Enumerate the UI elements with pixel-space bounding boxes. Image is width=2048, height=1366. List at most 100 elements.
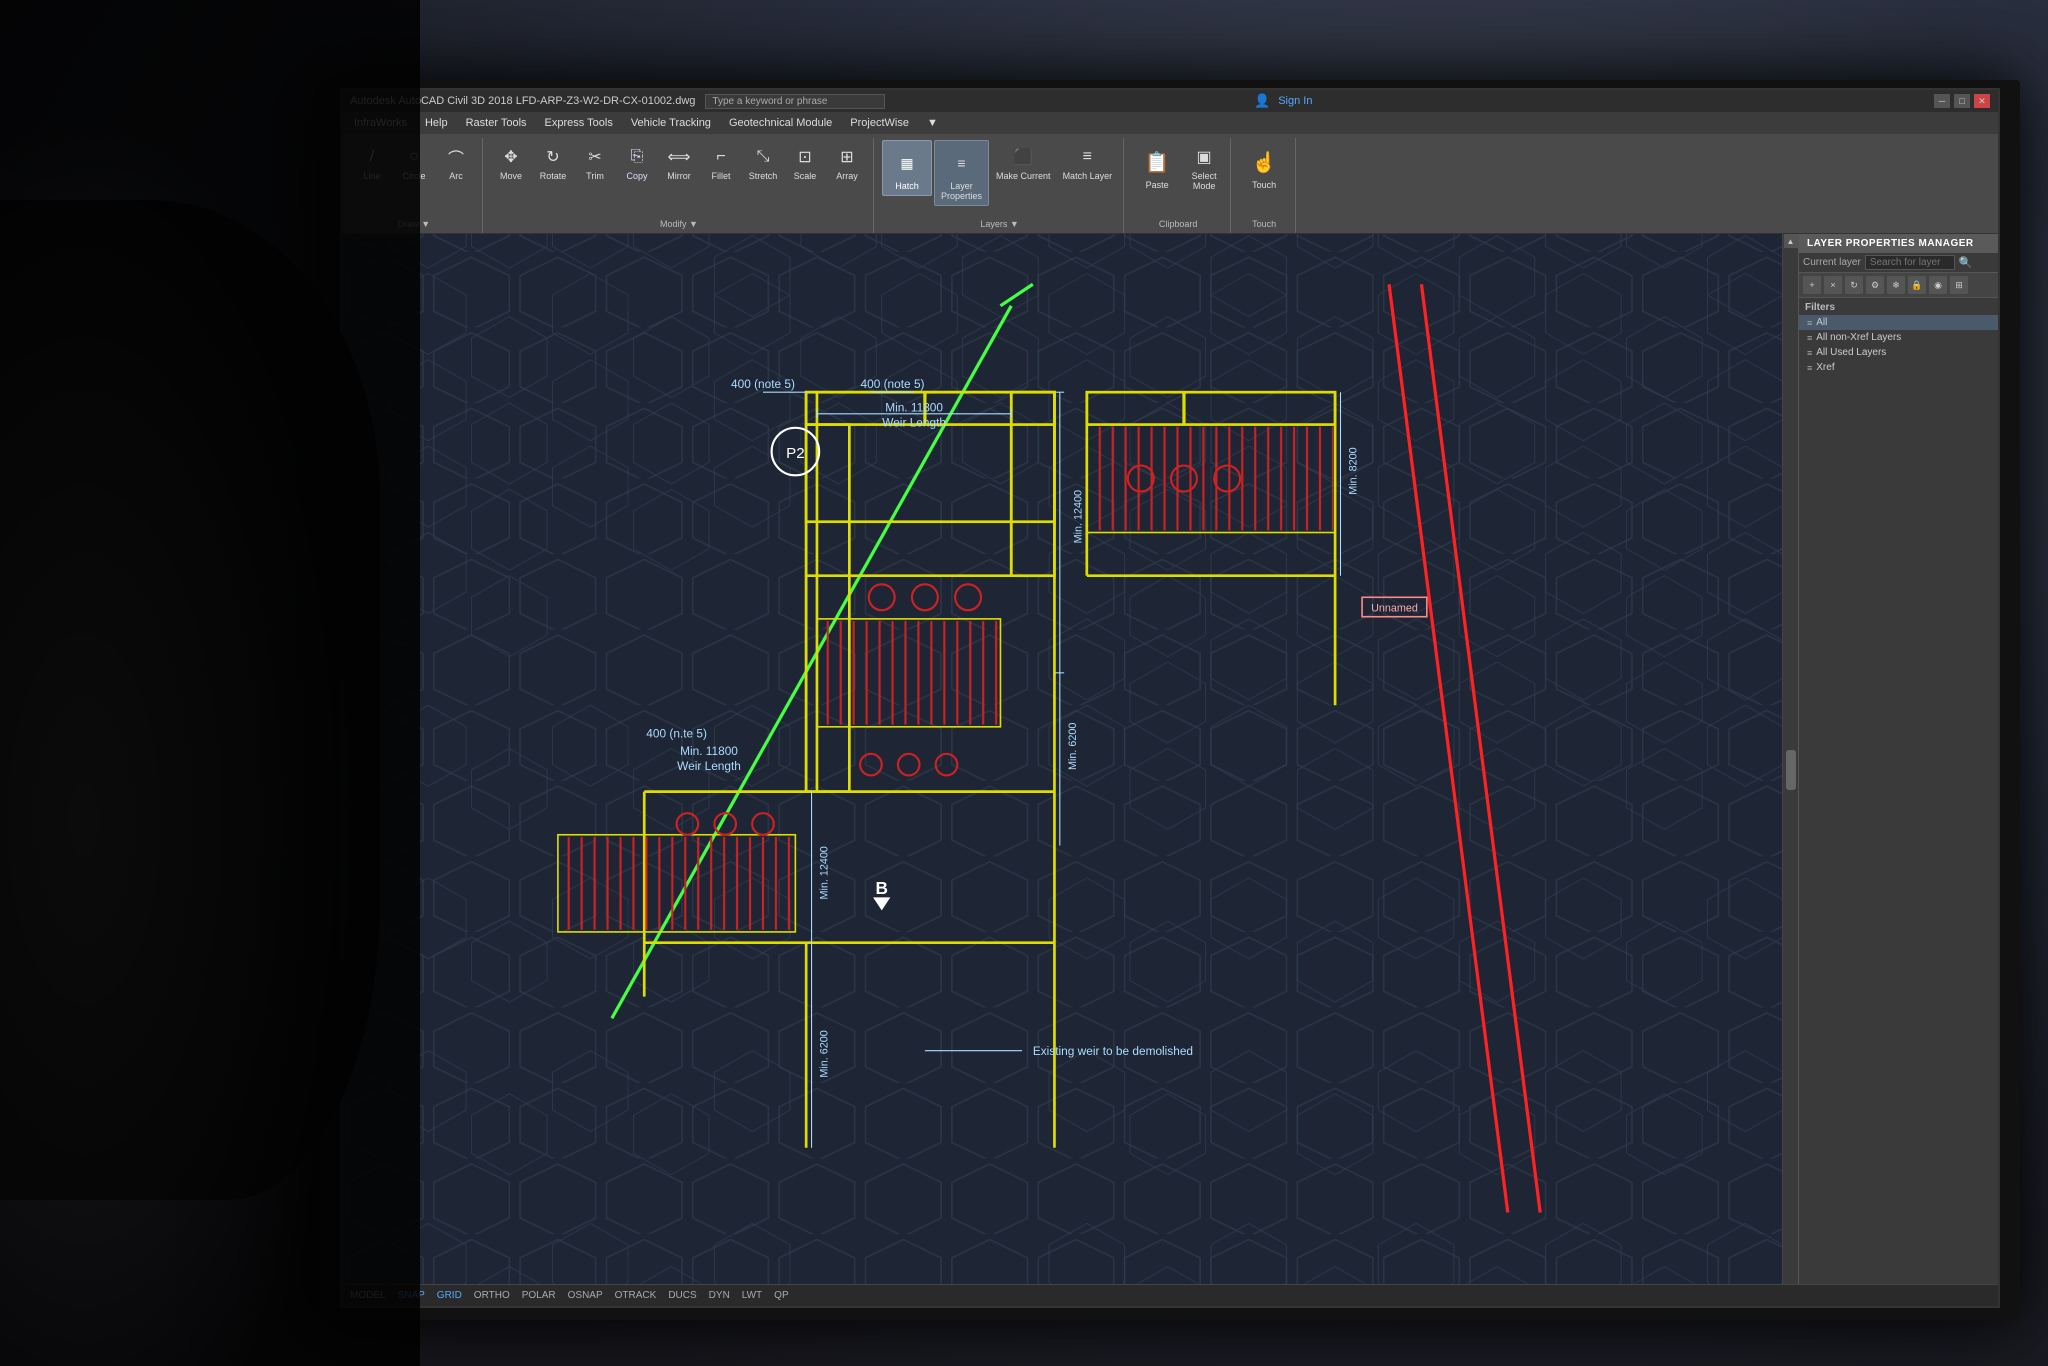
trim-button[interactable]: ✂ Trim bbox=[575, 140, 615, 184]
menu-raster[interactable]: Raster Tools bbox=[458, 115, 535, 131]
cad-canvas[interactable]: P2 400 (note 5) 400 (note 5) Min. 11800 … bbox=[342, 234, 1918, 1306]
filter-all[interactable]: ≡ All bbox=[1799, 315, 1998, 330]
draw-buttons: / Line ○ Circle ⌒ Arc bbox=[352, 140, 476, 184]
menu-projectwise[interactable]: ProjectWise bbox=[842, 115, 917, 131]
scroll-thumb[interactable] bbox=[1786, 750, 1796, 790]
dyn-toggle[interactable]: DYN bbox=[709, 1290, 730, 1301]
touch-buttons: ☝ Touch bbox=[1239, 140, 1289, 194]
lpm-new-layer-btn[interactable]: + bbox=[1803, 276, 1821, 294]
stretch-button[interactable]: ⤡ Stretch bbox=[743, 140, 783, 184]
search-box[interactable]: Type a keyword or phrase bbox=[705, 94, 885, 109]
search-layer-icon[interactable]: 🔍 bbox=[1959, 256, 1973, 269]
layers-buttons: ▦ Hatch ≡ LayerProperties ⬛ Make Current… bbox=[882, 140, 1117, 206]
menu-help[interactable]: Help bbox=[417, 115, 456, 131]
svg-text:B: B bbox=[875, 878, 887, 898]
filter-xref[interactable]: ≡ Xref bbox=[1799, 360, 1998, 375]
svg-text:Min. 11800: Min. 11800 bbox=[885, 401, 943, 415]
ribbon-group-draw: / Line ○ Circle ⌒ Arc Draw ▼ bbox=[346, 138, 483, 233]
touch-group-label: Touch bbox=[1252, 219, 1276, 229]
filter-non-xref-icon: ≡ bbox=[1807, 333, 1812, 343]
svg-text:Existing weir to be demolished: Existing weir to be demolished bbox=[1033, 1044, 1193, 1058]
line-button[interactable]: / Line bbox=[352, 140, 392, 184]
monitor-screen: Autodesk AutoCAD Civil 3D 2018 LFD-ARP-Z… bbox=[340, 88, 2000, 1308]
svg-text:Unnamed: Unnamed bbox=[1371, 602, 1418, 614]
modify-buttons: ✥ Move ↻ Rotate ✂ Trim ⎘ Copy ⟺ Mirror bbox=[491, 140, 867, 184]
ortho-toggle[interactable]: ORTHO bbox=[474, 1290, 510, 1301]
search-layer-input[interactable] bbox=[1865, 255, 1955, 270]
maximize-button[interactable]: □ bbox=[1954, 94, 1970, 108]
ducs-toggle[interactable]: DUCS bbox=[668, 1290, 696, 1301]
hatch-button[interactable]: ▦ Hatch bbox=[882, 140, 932, 196]
svg-text:Min. 8200: Min. 8200 bbox=[1348, 447, 1360, 494]
clipboard-group-label: Clipboard bbox=[1159, 219, 1198, 229]
vertical-scrollbar[interactable]: ▲ ▼ bbox=[1782, 234, 1798, 1306]
copy-button[interactable]: ⎘ Copy bbox=[617, 140, 657, 184]
menu-more[interactable]: ▼ bbox=[919, 115, 946, 131]
clipboard-buttons: 📋 Paste ▣ SelectMode bbox=[1132, 140, 1224, 194]
ribbon-group-touch: ☝ Touch Touch bbox=[1233, 138, 1296, 233]
menu-geotechnical[interactable]: Geotechnical Module bbox=[721, 115, 840, 131]
layers-group-label: Layers ▼ bbox=[980, 219, 1018, 229]
lpm-toolbar: + × ↻ ⚙ ❄ 🔒 ◉ ⊞ bbox=[1799, 273, 1998, 298]
filter-used-label: All Used Layers bbox=[1816, 347, 1886, 358]
array-button[interactable]: ⊞ Array bbox=[827, 140, 867, 184]
snap-toggle[interactable]: SNAP bbox=[398, 1290, 425, 1301]
filter-xref-icon: ≡ bbox=[1807, 363, 1812, 373]
minimize-button[interactable]: ─ bbox=[1934, 94, 1950, 108]
fillet-button[interactable]: ⌐ Fillet bbox=[701, 140, 741, 184]
svg-text:Min. 6200: Min. 6200 bbox=[819, 1030, 831, 1077]
filter-non-xref[interactable]: ≡ All non-Xref Layers bbox=[1799, 330, 1998, 345]
polar-toggle[interactable]: POLAR bbox=[522, 1290, 556, 1301]
lpm-settings-btn[interactable]: ⚙ bbox=[1866, 276, 1884, 294]
layer-properties-button[interactable]: ≡ LayerProperties bbox=[934, 140, 989, 206]
menu-vehicle[interactable]: Vehicle Tracking bbox=[623, 115, 719, 131]
person-silhouette bbox=[0, 200, 380, 1200]
menu-express[interactable]: Express Tools bbox=[537, 115, 621, 131]
filter-all-label: All bbox=[1816, 317, 1827, 328]
close-button[interactable]: ✕ bbox=[1974, 94, 1990, 108]
lwt-toggle[interactable]: LWT bbox=[742, 1290, 762, 1301]
select-mode-button[interactable]: ▣ SelectMode bbox=[1184, 140, 1224, 194]
osnap-toggle[interactable]: OSNAP bbox=[568, 1290, 603, 1301]
svg-text:400 (note 5): 400 (note 5) bbox=[861, 377, 925, 391]
menu-infraworks[interactable]: InfraWorks bbox=[346, 115, 415, 131]
make-current-button[interactable]: ⬛ Make Current bbox=[991, 140, 1056, 184]
lpm-freeze-btn[interactable]: ❄ bbox=[1887, 276, 1905, 294]
qp-toggle[interactable]: QP bbox=[774, 1290, 788, 1301]
ribbon-group-modify: ✥ Move ↻ Rotate ✂ Trim ⎘ Copy ⟺ Mirror bbox=[485, 138, 874, 233]
grid-toggle[interactable]: GRID bbox=[437, 1290, 462, 1301]
svg-text:400 (n.te 5): 400 (n.te 5) bbox=[646, 727, 707, 741]
filter-used[interactable]: ≡ All Used Layers bbox=[1799, 345, 1998, 360]
menubar: InfraWorks Help Raster Tools Express Too… bbox=[342, 112, 1998, 134]
filter-xref-label: Xref bbox=[1816, 362, 1834, 373]
arc-button[interactable]: ⌒ Arc bbox=[436, 140, 476, 184]
sign-in-link[interactable]: Sign In bbox=[1278, 95, 1312, 107]
filter-all-icon: ≡ bbox=[1807, 318, 1812, 328]
scroll-up-arrow[interactable]: ▲ bbox=[1784, 234, 1798, 248]
modify-group-label: Modify ▼ bbox=[660, 219, 698, 229]
touch-button[interactable]: ☝ Touch bbox=[1239, 140, 1289, 194]
svg-text:Weir Length: Weir Length bbox=[677, 759, 741, 773]
lpm-refresh-btn[interactable]: ↻ bbox=[1845, 276, 1863, 294]
match-layer-button[interactable]: ≡ Match Layer bbox=[1058, 140, 1118, 184]
filters-label: Filters bbox=[1799, 298, 1998, 315]
lpm-delete-btn[interactable]: × bbox=[1824, 276, 1842, 294]
rotate-button[interactable]: ↻ Rotate bbox=[533, 140, 573, 184]
mirror-button[interactable]: ⟺ Mirror bbox=[659, 140, 699, 184]
person-icon: 👤 bbox=[1254, 93, 1270, 109]
lpm-lock-btn[interactable]: 🔒 bbox=[1908, 276, 1926, 294]
model-label: MODEL bbox=[350, 1290, 386, 1301]
lpm-view-btn[interactable]: ◉ bbox=[1929, 276, 1947, 294]
svg-text:Min. 12400: Min. 12400 bbox=[1072, 490, 1084, 543]
svg-text:Min. 6200: Min. 6200 bbox=[1067, 723, 1079, 770]
paste-button[interactable]: 📋 Paste bbox=[1132, 140, 1182, 194]
circle-button[interactable]: ○ Circle bbox=[394, 140, 434, 184]
scale-button[interactable]: ⊡ Scale bbox=[785, 140, 825, 184]
otrack-toggle[interactable]: OTRACK bbox=[615, 1290, 657, 1301]
lpm-grid-btn[interactable]: ⊞ bbox=[1950, 276, 1968, 294]
svg-text:P2: P2 bbox=[786, 445, 804, 462]
titlebar: Autodesk AutoCAD Civil 3D 2018 LFD-ARP-Z… bbox=[342, 90, 1998, 112]
move-button[interactable]: ✥ Move bbox=[491, 140, 531, 184]
statusbar: MODEL SNAP GRID ORTHO POLAR OSNAP OTRACK… bbox=[342, 1284, 1998, 1306]
ribbon-toolbar: / Line ○ Circle ⌒ Arc Draw ▼ ✥ Move bbox=[342, 134, 1998, 234]
